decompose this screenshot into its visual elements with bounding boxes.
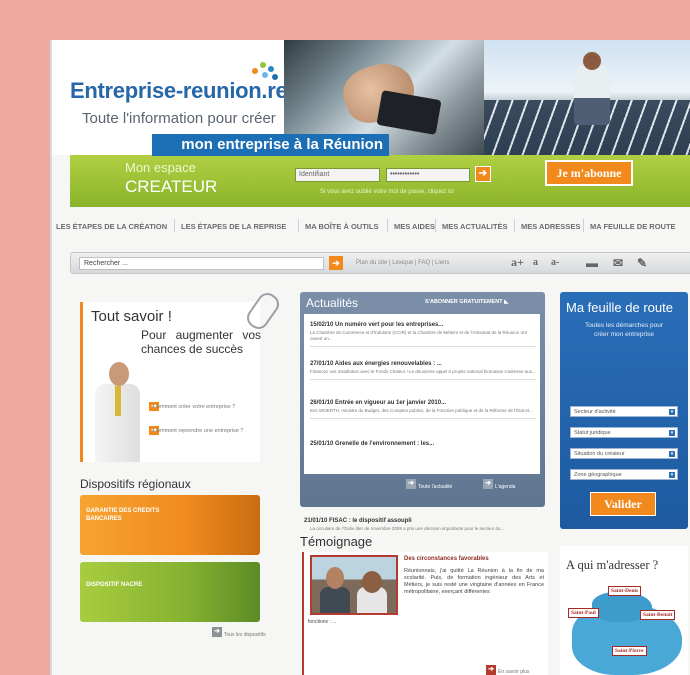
header-photo-solar <box>484 40 690 155</box>
en-savoir-plus-link[interactable]: En savoir plus <box>498 669 529 675</box>
fisac-news-title[interactable]: 21/01/10 FISAC : le dispositif assoupli <box>304 518 412 524</box>
subscribe-rss-link[interactable]: S'ABONNER GRATUITEMENT ◣ <box>425 299 508 305</box>
share-icon[interactable]: ✎ <box>637 256 647 271</box>
chevron-down-icon: ▾ <box>669 451 675 457</box>
reunion-map: Saint-Denis Saint-Paul Saint-Benoît Sain… <box>568 586 682 675</box>
select-zone[interactable]: Zone géographique ▾ <box>570 469 678 480</box>
temoignage-quote: Réunionnais, j'ai quitté La Réunion à la… <box>404 568 544 595</box>
news-title[interactable]: 25/01/10 Grenelle de l'environnement : l… <box>310 441 536 447</box>
news-item[interactable]: 15/02/10 Un numéro vert pour les entrepr… <box>310 322 536 347</box>
forgot-password-text[interactable]: Si vous avez oublié votre mot de passe, … <box>320 189 454 195</box>
tagline: Toute l'information pour créer <box>82 110 276 127</box>
tagline-highlight: mon entreprise à la Réunion <box>152 134 389 156</box>
id-field[interactable]: Identifiant <box>295 168 380 182</box>
businessman-image <box>87 362 142 462</box>
dispositif-nacre[interactable]: DISPOSITIF NACRE <box>80 562 260 622</box>
toute-actualite-link[interactable]: Toute l'actualité <box>418 484 452 490</box>
arrow-right-icon: ➔ <box>332 258 340 268</box>
dispositif-garantie[interactable]: GARANTIE DES CREDITS BANCAIRES <box>80 495 260 555</box>
news-desc: Eric WOERTH, ministre du Budget, des Com… <box>310 408 533 413</box>
search-bar: Rechercher ... ➔ Plan du site | Lexique … <box>70 252 690 274</box>
space-name: CREATEUR <box>125 177 218 196</box>
news-list: 15/02/10 Un numéro vert pour les entrepr… <box>304 314 540 474</box>
nav-item-feuille-route[interactable]: MA FEUILLE DE ROUTE <box>590 222 676 231</box>
tout-savoir-panel: Tout savoir ! Pour augmenter vos chances… <box>80 302 261 462</box>
arrow-right-icon: ➔ <box>212 627 222 637</box>
link-reprendre-entreprise[interactable]: Comment reprendre une entreprise ? <box>153 428 244 434</box>
map-saint-benoit[interactable]: Saint-Benoît <box>640 610 676 620</box>
print-icon[interactable]: ▬ <box>586 256 598 271</box>
temoignage-headline[interactable]: Des circonstances favorables <box>404 556 489 562</box>
nav-item-creation[interactable]: LES ÉTAPES DE LA CRÉATION <box>56 222 167 231</box>
fisac-news-desc: La circulaire de l'Ouhe liter de novembr… <box>310 526 505 531</box>
search-input[interactable]: Rechercher ... <box>79 257 324 270</box>
search-button[interactable]: ➔ <box>329 256 343 270</box>
valider-button[interactable]: Valider <box>590 492 656 516</box>
arrow-right-icon: ➔ <box>406 479 416 489</box>
chevron-down-icon: ▾ <box>669 430 675 436</box>
nav-item-boite-outils[interactable]: MA BOÎTE À OUTILS <box>305 222 378 231</box>
map-saint-denis[interactable]: Saint-Denis <box>608 586 642 596</box>
password-field[interactable]: •••••••••••• <box>386 168 470 182</box>
agenda-link[interactable]: L'agenda <box>495 484 515 490</box>
arrow-right-icon: ➔ <box>483 479 493 489</box>
news-item[interactable]: 25/01/10 Grenelle de l'environnement : l… <box>310 441 536 447</box>
temoignage-continued: fonctions : ... <box>308 619 337 625</box>
main-nav: LES ÉTAPES DE LA CRÉATION LES ÉTAPES DE … <box>52 215 690 237</box>
space-label: Mon espace <box>125 160 196 175</box>
font-normal-icon[interactable]: a <box>533 257 538 268</box>
actualites-panel: Actualités S'ABONNER GRATUITEMENT ◣ 15/0… <box>300 292 545 507</box>
qui-adresser-title: A qui m'adresser ? <box>566 558 659 572</box>
subscribe-button[interactable]: Je m'abonne <box>545 160 633 186</box>
temoignage-photo <box>310 555 398 615</box>
tout-savoir-title: Tout savoir ! <box>91 308 172 325</box>
temoignage-panel: Des circonstances favorables Réunionnais… <box>302 552 548 675</box>
select-secteur[interactable]: Secteur d'activité ▾ <box>570 406 678 417</box>
news-item[interactable]: 27/01/10 Aides aux énergies renouvelable… <box>310 361 536 380</box>
temoignage-title: Témoignage <box>300 534 373 549</box>
font-increase-icon[interactable]: a+ <box>511 255 524 270</box>
news-item[interactable]: 26/01/10 Entrée en vigueur au 1er janvie… <box>310 400 536 419</box>
rss-icon: ◣ <box>504 299 509 305</box>
nav-item-actualites[interactable]: MES ACTUALITÉS <box>442 222 508 231</box>
email-icon[interactable]: ✉ <box>613 256 623 271</box>
dispositif-nacre-label: DISPOSITIF NACRE <box>86 582 143 588</box>
webpage: Entreprise-reunion.re Toute l'informatio… <box>50 40 690 675</box>
nav-item-aides[interactable]: MES AIDES <box>394 222 435 231</box>
arrow-right-icon: ➔ <box>478 168 488 179</box>
dispositifs-title: Dispositifs régionaux <box>80 477 191 491</box>
site-header: Entreprise-reunion.re Toute l'informatio… <box>52 40 690 156</box>
select-situation[interactable]: Situation du créateur ▾ <box>570 448 678 459</box>
nav-item-reprise[interactable]: LES ÉTAPES DE LA REPRISE <box>181 222 286 231</box>
utility-links[interactable]: Plan du site | Lexique | FAQ | Liens <box>356 260 449 266</box>
login-bar: Mon espace CREATEUR Identifiant ••••••••… <box>70 155 690 207</box>
news-title[interactable]: 15/02/10 Un numéro vert pour les entrepr… <box>310 322 536 328</box>
arrow-right-icon: ➔ <box>486 665 496 675</box>
site-logo[interactable]: Entreprise-reunion.re <box>70 78 288 104</box>
news-title[interactable]: 27/01/10 Aides aux énergies renouvelable… <box>310 361 536 367</box>
map-saint-paul[interactable]: Saint-Paul <box>568 608 599 618</box>
news-desc: Financez vos installation avec le Fonds … <box>310 369 536 374</box>
feuille-de-route-subtitle: Toutes les démarches pour créer mon entr… <box>584 322 664 338</box>
nav-item-adresses[interactable]: MES ADRESSES <box>521 222 580 231</box>
select-statut[interactable]: Statut juridique ▾ <box>570 427 678 438</box>
qui-adresser-panel: A qui m'adresser ? Saint-Denis Saint-Pau… <box>560 546 688 675</box>
chevron-down-icon: ▾ <box>669 409 675 415</box>
tout-savoir-line-1: Pour augmenter vos <box>141 328 261 342</box>
actualites-title: Actualités <box>306 296 359 310</box>
tous-dispositifs-link[interactable]: Tous les dispositifs <box>224 632 266 638</box>
chevron-down-icon: ▾ <box>669 472 675 478</box>
dispositif-garantie-label: GARANTIE DES CREDITS BANCAIRES <box>86 508 160 522</box>
feuille-de-route-title: Ma feuille de route <box>566 300 673 315</box>
tout-savoir-line-2: chances de succès <box>141 342 244 356</box>
link-creer-entreprise[interactable]: Comment créer votre entreprise ? <box>153 404 235 410</box>
feuille-de-route-panel: Ma feuille de route Toutes les démarches… <box>560 292 688 529</box>
login-go-button[interactable]: ➔ <box>475 166 491 182</box>
font-decrease-icon[interactable]: a- <box>551 257 559 268</box>
map-saint-pierre[interactable]: Saint-Pierre <box>612 646 647 656</box>
news-desc: La Chambre de Commerce et d'Industrie (C… <box>310 330 527 341</box>
news-title[interactable]: 26/01/10 Entrée en vigueur au 1er janvie… <box>310 400 536 406</box>
